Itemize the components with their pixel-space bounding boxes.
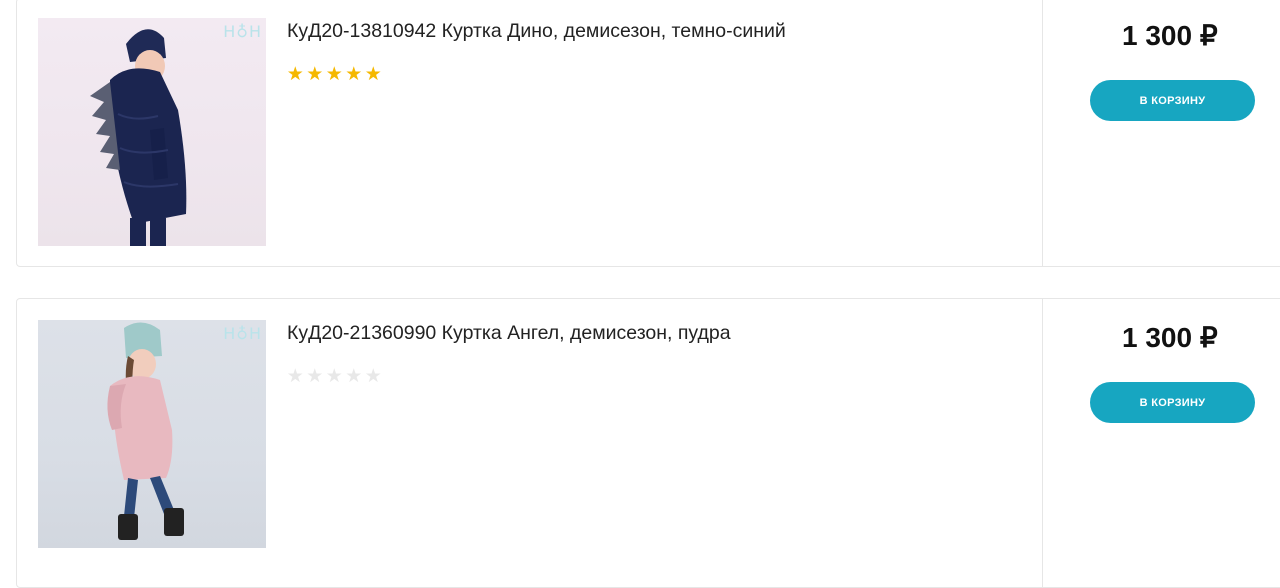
star-icon[interactable]: ★ (286, 367, 306, 386)
star-icon[interactable]: ★ (306, 65, 326, 84)
product-price: 1 300 ₽ (1122, 322, 1218, 353)
product-image[interactable]: Н♁Н (38, 320, 266, 548)
add-to-cart-button[interactable]: В КОРЗИНУ (1090, 382, 1255, 423)
star-icon[interactable]: ★ (345, 65, 365, 84)
star-icon[interactable]: ★ (364, 367, 384, 386)
product-title[interactable]: КуД20-21360990 Куртка Ангел, демисезон, … (287, 322, 731, 345)
product-card: Н♁Н КуД20-13810942 Куртка Дино, демисезо… (16, 0, 1280, 267)
jacket-angel-photo (107, 322, 184, 540)
brand-watermark: Н♁Н (223, 324, 262, 343)
product-price: 1 300 ₽ (1122, 20, 1218, 51)
star-icon[interactable]: ★ (325, 65, 345, 84)
star-icon[interactable]: ★ (286, 65, 306, 84)
star-icon[interactable]: ★ (364, 65, 384, 84)
star-icon[interactable]: ★ (306, 367, 326, 386)
product-title[interactable]: КуД20-13810942 Куртка Дино, демисезон, т… (287, 20, 786, 43)
column-divider (1042, 0, 1043, 266)
brand-watermark: Н♁Н (223, 22, 262, 41)
rating-stars: ★★★★★ (286, 65, 384, 84)
column-divider (1042, 299, 1043, 587)
rating-stars: ★★★★★ (286, 367, 384, 386)
product-image[interactable]: Н♁Н (38, 18, 266, 246)
product-card: Н♁Н КуД20-21360990 Куртка Ангел, демисез… (16, 298, 1280, 588)
jacket-dino-photo (90, 29, 187, 246)
star-icon[interactable]: ★ (325, 367, 345, 386)
star-icon[interactable]: ★ (345, 367, 365, 386)
add-to-cart-button[interactable]: В КОРЗИНУ (1090, 80, 1255, 121)
